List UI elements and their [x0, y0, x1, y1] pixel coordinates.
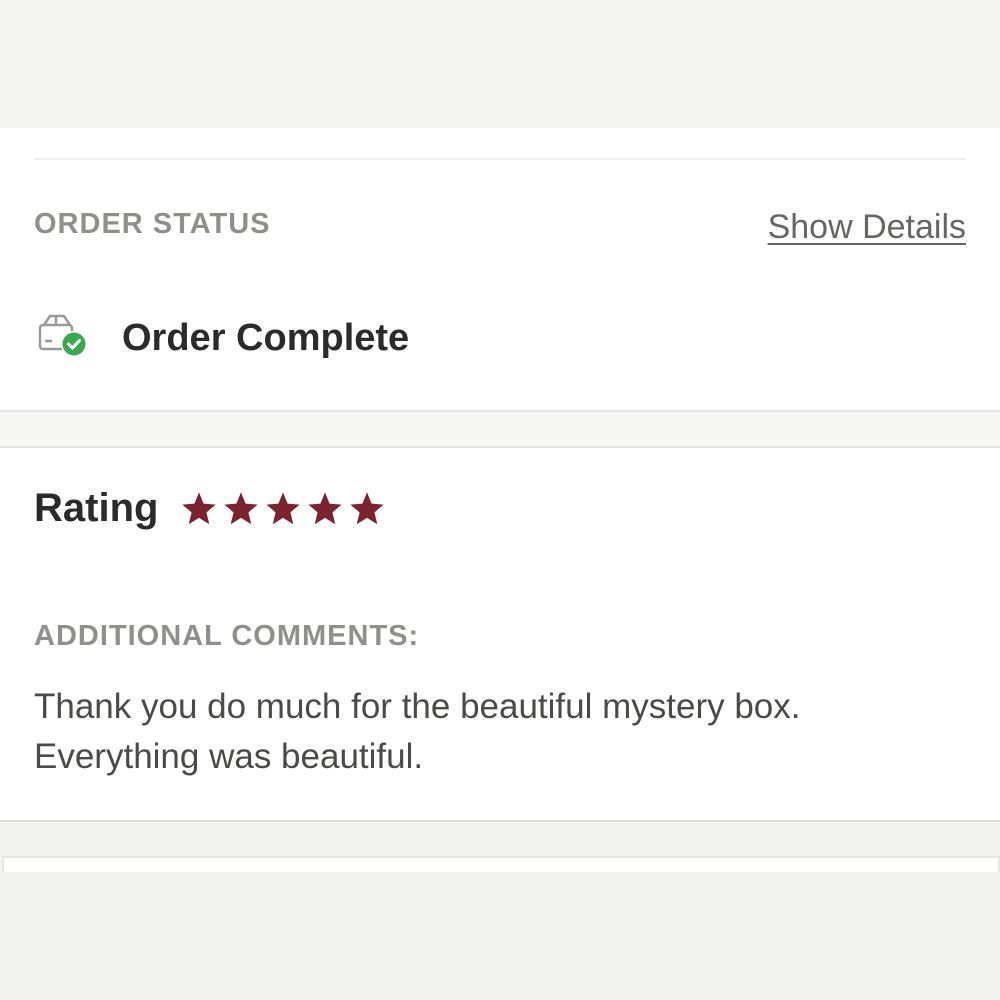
order-status-heading: ORDER STATUS — [34, 208, 271, 240]
star-icon — [224, 491, 259, 524]
rating-row: Rating — [34, 486, 390, 531]
next-card-edge — [2, 856, 1000, 872]
comment-text: Thank you do much for the beautiful myst… — [34, 682, 964, 782]
rating-label: Rating — [34, 486, 159, 530]
comment-line: Everything was beautiful. — [34, 737, 424, 776]
order-status-card: ORDER STATUS Show Details Order Complete — [0, 128, 1000, 412]
star-icon — [266, 491, 301, 524]
show-details-link[interactable]: Show Details — [768, 208, 966, 247]
order-status-value: Order Complete — [122, 316, 410, 359]
comment-line: Thank you do much for the beautiful myst… — [34, 687, 801, 726]
star-icon — [350, 491, 385, 524]
divider — [34, 158, 966, 160]
review-card: Rating ADDITIONAL COMMENTS: Thank you do… — [0, 448, 1000, 822]
order-status-row: Order Complete — [38, 308, 409, 368]
star-icon — [182, 491, 217, 524]
order-review-page: ORDER STATUS Show Details Order Complete… — [0, 0, 1000, 1000]
section-separator — [0, 412, 1000, 448]
package-check-icon — [38, 313, 92, 363]
rating-stars — [180, 490, 390, 528]
bottom-background-band — [0, 822, 1000, 1000]
star-icon — [308, 491, 343, 524]
top-background-band — [0, 0, 1000, 128]
additional-comments-heading: ADDITIONAL COMMENTS: — [34, 620, 420, 652]
